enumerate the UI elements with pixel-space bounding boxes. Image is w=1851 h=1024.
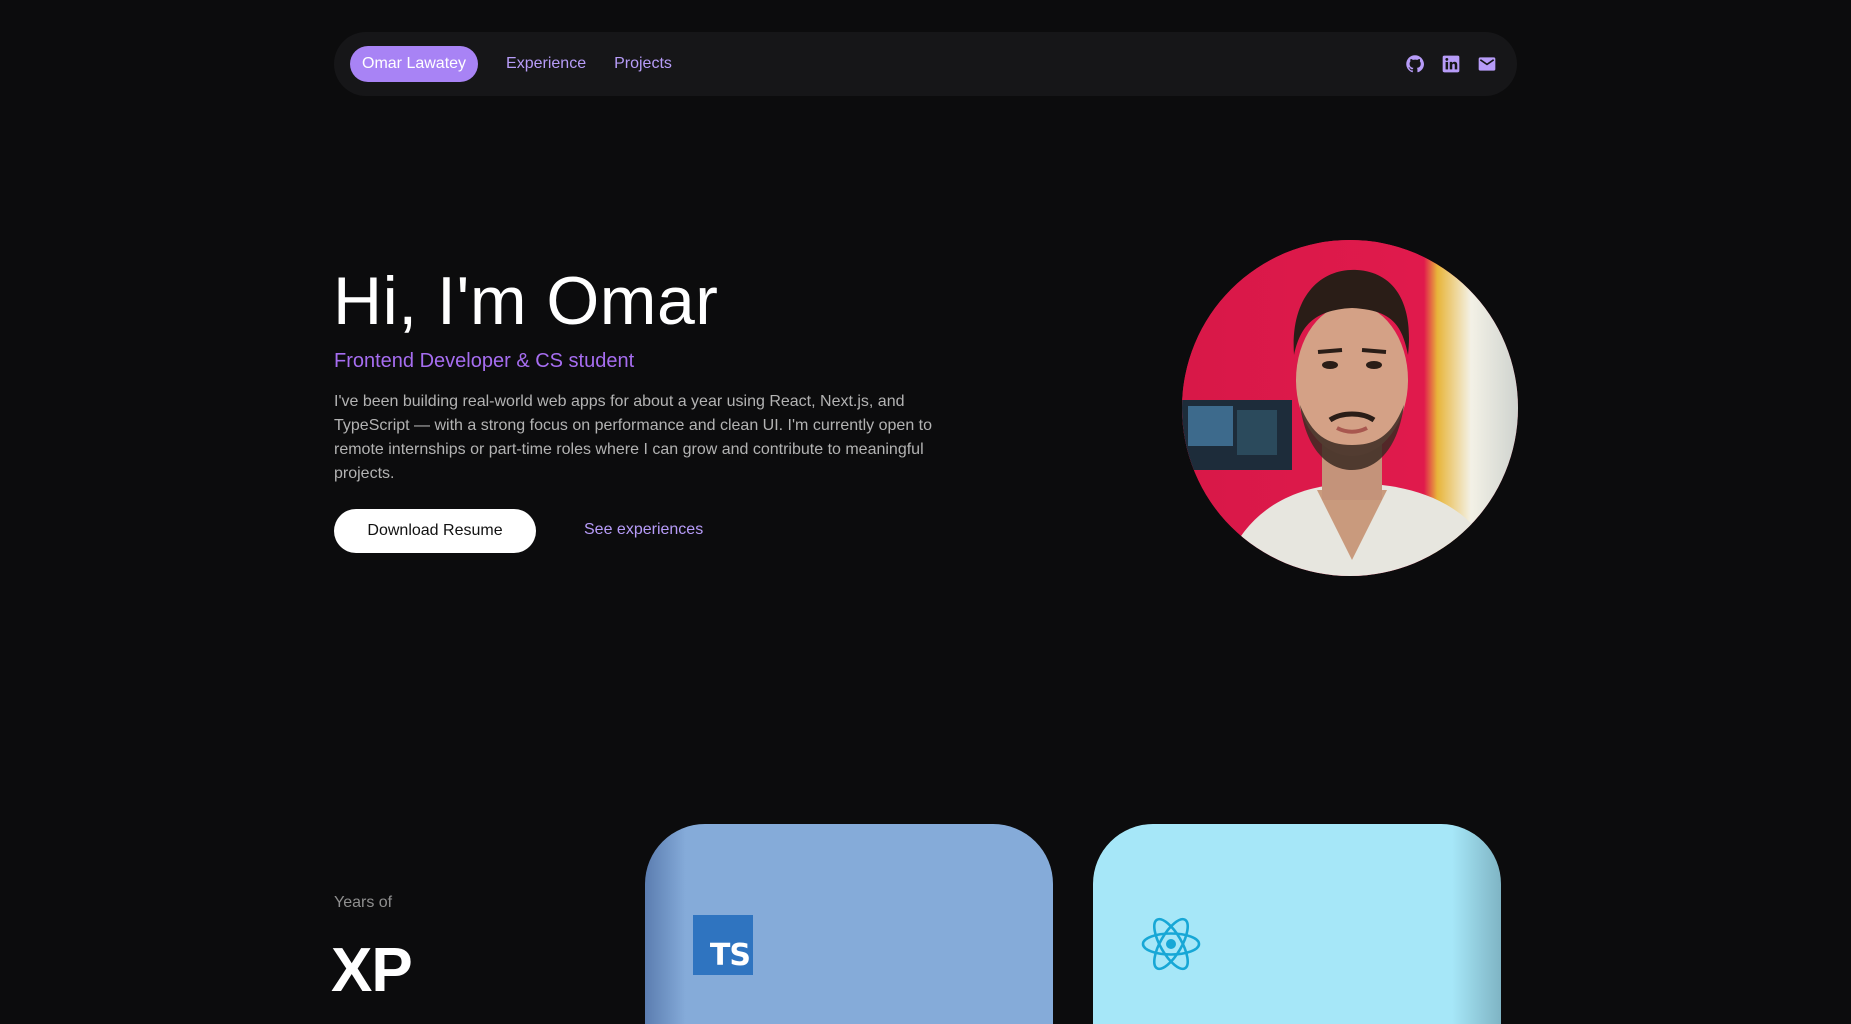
years-of-label: Years of	[334, 894, 393, 911]
social-links	[1405, 54, 1501, 74]
nav-link-experience[interactable]: Experience	[506, 55, 586, 73]
hero-subtitle: Frontend Developer & CS student	[334, 350, 635, 372]
xp-heading: XP	[331, 936, 413, 1005]
typescript-icon: TS	[693, 915, 753, 975]
see-experiences-link[interactable]: See experiences	[584, 521, 703, 539]
skill-card-typescript: TS	[645, 824, 1053, 1024]
react-icon	[1141, 917, 1201, 971]
github-icon[interactable]	[1405, 54, 1425, 74]
nav-link-projects[interactable]: Projects	[614, 55, 672, 73]
hero-description: I've been building real-world web apps f…	[334, 393, 933, 482]
download-resume-button[interactable]: Download Resume	[334, 509, 536, 553]
profile-photo	[1182, 240, 1518, 576]
hero-title: Hi, I'm Omar	[333, 263, 719, 339]
linkedin-icon[interactable]	[1441, 54, 1461, 74]
navbar: Omar Lawatey Experience Projects	[334, 32, 1517, 96]
skill-card-react	[1093, 824, 1501, 1024]
nav-brand-button[interactable]: Omar Lawatey	[350, 46, 479, 82]
mail-icon[interactable]	[1477, 54, 1497, 74]
